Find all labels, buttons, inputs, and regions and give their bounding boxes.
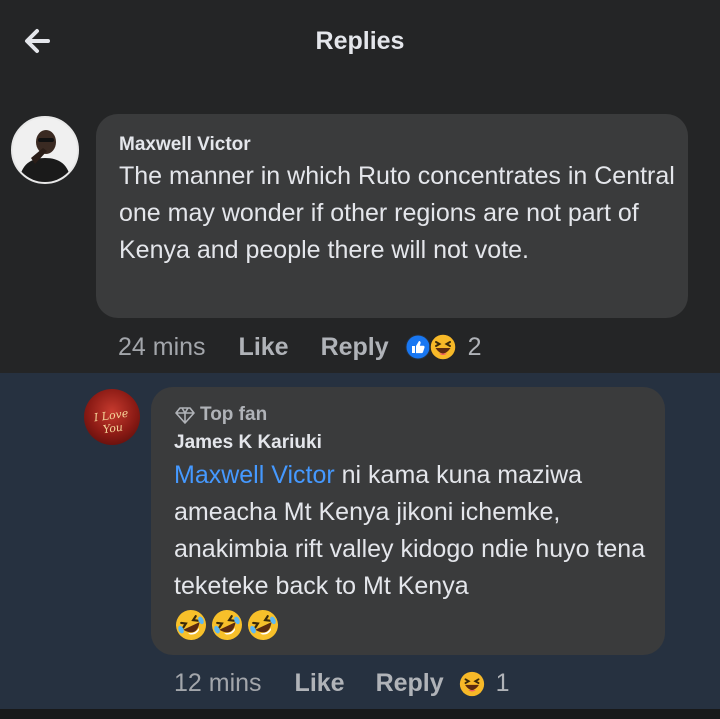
reply-bubble: Top fan James K Kariuki Maxwell Victor n…	[151, 387, 665, 655]
haha-reaction-icon	[459, 671, 484, 696]
reply-reply-button[interactable]: Reply	[376, 669, 444, 698]
reply-text: Maxwell Victor ni kama kuna maziwa ameac…	[174, 457, 654, 642]
like-button[interactable]: Like	[239, 333, 289, 362]
top-fan-label: Top fan	[200, 404, 268, 425]
top-fan-badge: Top fan	[175, 404, 267, 426]
reply-avatar[interactable]: I Love You	[84, 389, 140, 445]
avatar-text: I Love You	[93, 406, 130, 437]
page-title: Replies	[315, 27, 405, 55]
header-bar: Replies	[0, 0, 720, 86]
comment-time[interactable]: 24 mins	[118, 333, 206, 362]
diamond-icon	[175, 407, 195, 424]
rofl-emoji-icon	[176, 610, 206, 640]
reply-like-button[interactable]: Like	[295, 669, 345, 698]
reaction-count: 2	[467, 332, 482, 361]
comment-actions: 24 mins Like Reply 2	[118, 332, 482, 362]
reply-author[interactable]: James K Kariuki	[174, 432, 322, 454]
reply-actions: 12 mins Like Reply 1	[174, 669, 510, 698]
emoji-row	[174, 608, 654, 642]
haha-reaction-icon	[428, 333, 457, 361]
mention-link[interactable]: Maxwell Victor	[174, 461, 335, 489]
reply-reaction-summary[interactable]: 1	[458, 669, 510, 698]
reaction-summary[interactable]: 2	[405, 332, 482, 362]
avatar[interactable]	[11, 116, 79, 184]
reply-reaction-count: 1	[495, 669, 510, 697]
bottom-divider	[0, 709, 720, 719]
reply-time[interactable]: 12 mins	[174, 669, 262, 698]
comment-author[interactable]: Maxwell Victor	[119, 134, 251, 156]
comment-text: The manner in which Ruto concentrates in…	[119, 162, 675, 264]
reply-button[interactable]: Reply	[321, 333, 389, 362]
comment-bubble: Maxwell Victor The manner in which Ruto …	[96, 114, 688, 318]
rofl-emoji-icon	[212, 610, 242, 640]
rofl-emoji-icon	[248, 610, 278, 640]
person-avatar-icon	[13, 118, 77, 182]
